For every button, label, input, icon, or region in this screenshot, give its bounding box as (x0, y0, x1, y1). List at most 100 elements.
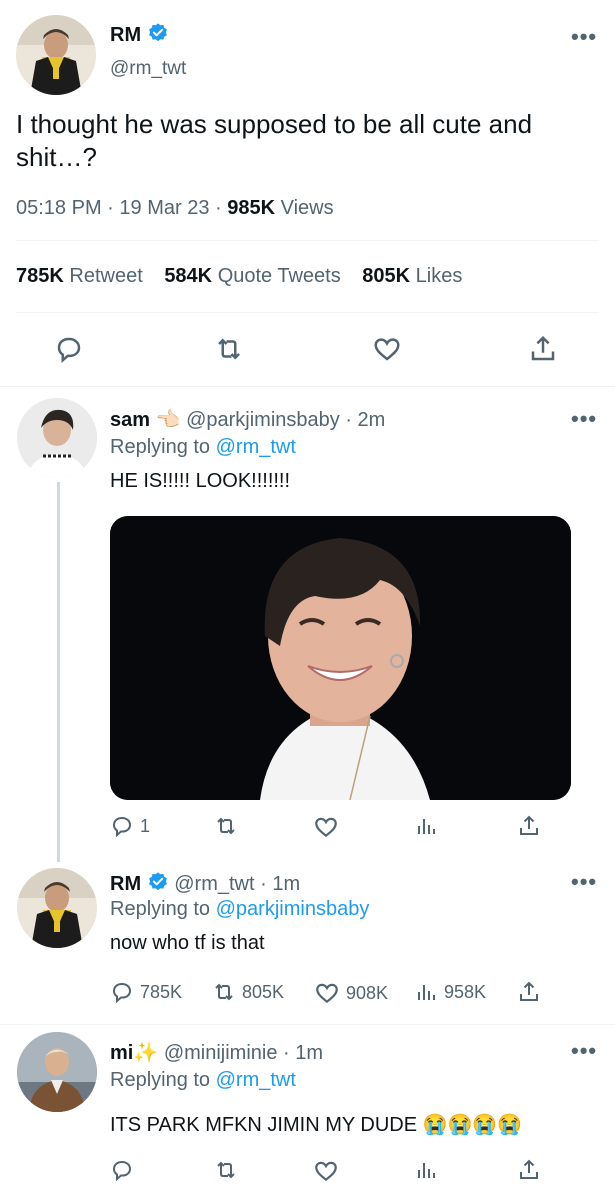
replying-to-link[interactable]: @rm_twt (216, 436, 296, 458)
reply-count: 1 (140, 815, 151, 836)
name-emoji: 👈🏻 (155, 409, 181, 431)
more-options-icon[interactable]: ••• (571, 1038, 597, 1064)
replying-to-link[interactable]: @parkjiminsbaby (216, 898, 370, 920)
share-button[interactable] (528, 334, 558, 364)
thread-line (57, 482, 60, 862)
retweet-button[interactable] (214, 814, 238, 838)
quotes-label: Quote Tweets (217, 265, 341, 287)
author-name[interactable]: RM (110, 24, 141, 46)
avatar-rm[interactable] (16, 15, 96, 95)
avatar-image (17, 868, 97, 948)
reply-icon (57, 337, 81, 364)
like-button[interactable]: 908K (314, 980, 388, 1006)
tweet-stats: 785K Retweet 584K Quote Tweets 805K Like… (16, 265, 462, 288)
photo (110, 516, 571, 800)
avatar-image (17, 1032, 97, 1112)
reply-button[interactable]: 785K (110, 980, 182, 1004)
avatar-sam[interactable] (17, 398, 97, 478)
reply-author-name[interactable]: mi (110, 1042, 133, 1064)
replying-to-link[interactable]: @rm_twt (216, 1069, 296, 1091)
divider (16, 312, 599, 313)
reply-author-name[interactable]: sam (110, 409, 150, 431)
reply-author-handle[interactable]: @parkjiminsbaby (186, 409, 340, 431)
like-icon (315, 1161, 337, 1182)
avatar-rm-reply[interactable] (17, 868, 97, 948)
reply-media-image[interactable] (110, 516, 571, 800)
divider (0, 386, 615, 387)
reply-icon (112, 816, 132, 838)
reply-author-name[interactable]: RM (110, 873, 141, 895)
tweet-date[interactable]: 19 Mar 23 (119, 197, 209, 219)
reply-button[interactable]: 1 (110, 814, 150, 838)
reply-author-handle[interactable]: @rm_twt (174, 873, 254, 895)
divider (16, 240, 599, 241)
retweet-button[interactable] (214, 334, 244, 364)
retweets-count: 785K (16, 265, 64, 287)
reply-age[interactable]: · 2m (345, 409, 385, 431)
more-options-icon[interactable]: ••• (571, 869, 597, 895)
name-emoji: ✨ (133, 1042, 159, 1064)
retweets-label: Retweet (69, 265, 143, 287)
reply-button[interactable] (110, 1158, 134, 1182)
reply-icon (112, 982, 132, 1004)
share-icon (520, 981, 538, 1001)
share-icon (520, 1159, 538, 1179)
share-icon (520, 815, 538, 835)
tweet-text: I thought he was supposed to be all cute… (16, 109, 533, 172)
avatar-image (17, 398, 97, 478)
reply-text: HE IS!!!!! LOOK!!!!!!! (110, 470, 291, 492)
views-count: 985K (227, 197, 276, 219)
retweet-button[interactable]: 805K (212, 980, 284, 1004)
like-button[interactable] (372, 334, 402, 364)
like-icon (315, 817, 337, 838)
like-button[interactable] (313, 814, 339, 840)
avatar-mi[interactable] (17, 1032, 97, 1112)
views-button[interactable] (414, 814, 438, 838)
retweet-icon (217, 817, 235, 835)
reply-age[interactable]: · 1m (260, 873, 300, 895)
more-options-icon[interactable]: ••• (571, 406, 597, 432)
reply-author-handle[interactable]: @minijiminie (164, 1042, 278, 1064)
reply-icon (112, 1160, 132, 1182)
verified-badge-icon (148, 23, 167, 42)
likes-count: 805K (362, 265, 411, 287)
quotes-count: 584K (164, 265, 213, 287)
avatar-image (16, 15, 96, 95)
share-icon (531, 335, 555, 361)
like-icon (316, 983, 338, 1004)
reply-age[interactable]: · 1m (283, 1042, 323, 1064)
like-icon (374, 338, 400, 361)
replying-prefix: Replying to (110, 1069, 211, 1091)
retweet-button[interactable] (214, 1158, 238, 1182)
verified-badge-icon (148, 872, 167, 891)
retweet-icon (215, 983, 233, 1001)
likes-stat[interactable]: 805K Likes (362, 265, 462, 287)
share-button[interactable] (517, 980, 541, 1004)
retweets-stat[interactable]: 785K Retweet (16, 265, 148, 287)
share-button[interactable] (517, 814, 541, 838)
like-button[interactable] (313, 1158, 339, 1184)
reply-button[interactable] (54, 334, 84, 364)
reply-text: now who tf is that (110, 932, 265, 954)
tweet-time[interactable]: 05:18 PM (16, 197, 102, 219)
retweet-icon (217, 1161, 235, 1179)
retweet-icon (218, 338, 240, 360)
analytics-icon (418, 985, 435, 1000)
like-count: 908K (346, 982, 389, 1003)
views-label: Views (280, 197, 334, 219)
divider (0, 1024, 615, 1025)
tweet-meta: 05:18 PM · 19 Mar 23 · 985K Views (16, 197, 334, 219)
likes-label: Likes (415, 265, 463, 287)
reply-count: 785K (140, 981, 183, 1002)
analytics-icon (418, 819, 435, 834)
author-handle[interactable]: @rm_twt (110, 58, 186, 80)
share-button[interactable] (517, 1158, 541, 1182)
replying-prefix: Replying to (110, 436, 211, 458)
retweet-count: 805K (242, 981, 285, 1002)
views-count: 958K (444, 981, 487, 1002)
views-button[interactable]: 958K (414, 980, 486, 1004)
quotes-stat[interactable]: 584K Quote Tweets (164, 265, 346, 287)
more-options-icon[interactable]: ••• (571, 24, 597, 50)
views-button[interactable] (414, 1158, 438, 1182)
reply-text: ITS PARK MFKN JIMIN MY DUDE 😭😭😭😭 (110, 1114, 523, 1136)
